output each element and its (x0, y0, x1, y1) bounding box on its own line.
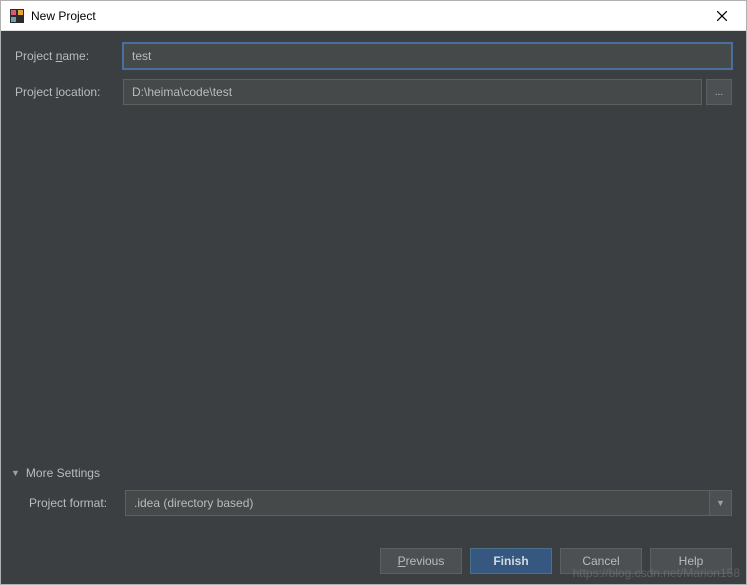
cancel-button[interactable]: Cancel (560, 548, 642, 574)
project-format-label: Project format: (29, 496, 125, 510)
dropdown-arrow-icon: ▼ (709, 491, 731, 515)
new-project-dialog: New Project Project name: Project locati… (0, 0, 747, 585)
project-name-input[interactable] (123, 43, 732, 69)
ellipsis-icon: ... (715, 87, 723, 98)
project-format-row: Project format: .idea (directory based) … (29, 490, 732, 516)
titlebar: New Project (1, 1, 746, 31)
previous-button[interactable]: Previous (380, 548, 462, 574)
project-location-row: Project location: ... (15, 79, 732, 105)
chevron-down-icon: ▼ (11, 468, 20, 478)
project-location-input[interactable] (123, 79, 702, 105)
dialog-footer: Previous Finish Cancel Help (15, 540, 732, 574)
finish-button[interactable]: Finish (470, 548, 552, 574)
project-name-label: Project name: (15, 49, 123, 63)
spacer (15, 115, 732, 466)
project-location-label: Project location: (15, 85, 123, 99)
dialog-content: Project name: Project location: ... ▼ Mo… (1, 31, 746, 584)
help-button[interactable]: Help (650, 548, 732, 574)
more-settings-label: More Settings (26, 466, 100, 480)
app-icon (9, 8, 25, 24)
project-format-value: .idea (directory based) (126, 496, 261, 510)
window-title: New Project (31, 9, 702, 23)
project-format-select[interactable]: .idea (directory based) ▼ (125, 490, 732, 516)
project-name-row: Project name: (15, 43, 732, 69)
browse-button[interactable]: ... (706, 79, 732, 105)
more-settings-body: Project format: .idea (directory based) … (15, 490, 732, 526)
more-settings-toggle[interactable]: ▼ More Settings (11, 466, 732, 480)
close-button[interactable] (702, 2, 742, 30)
